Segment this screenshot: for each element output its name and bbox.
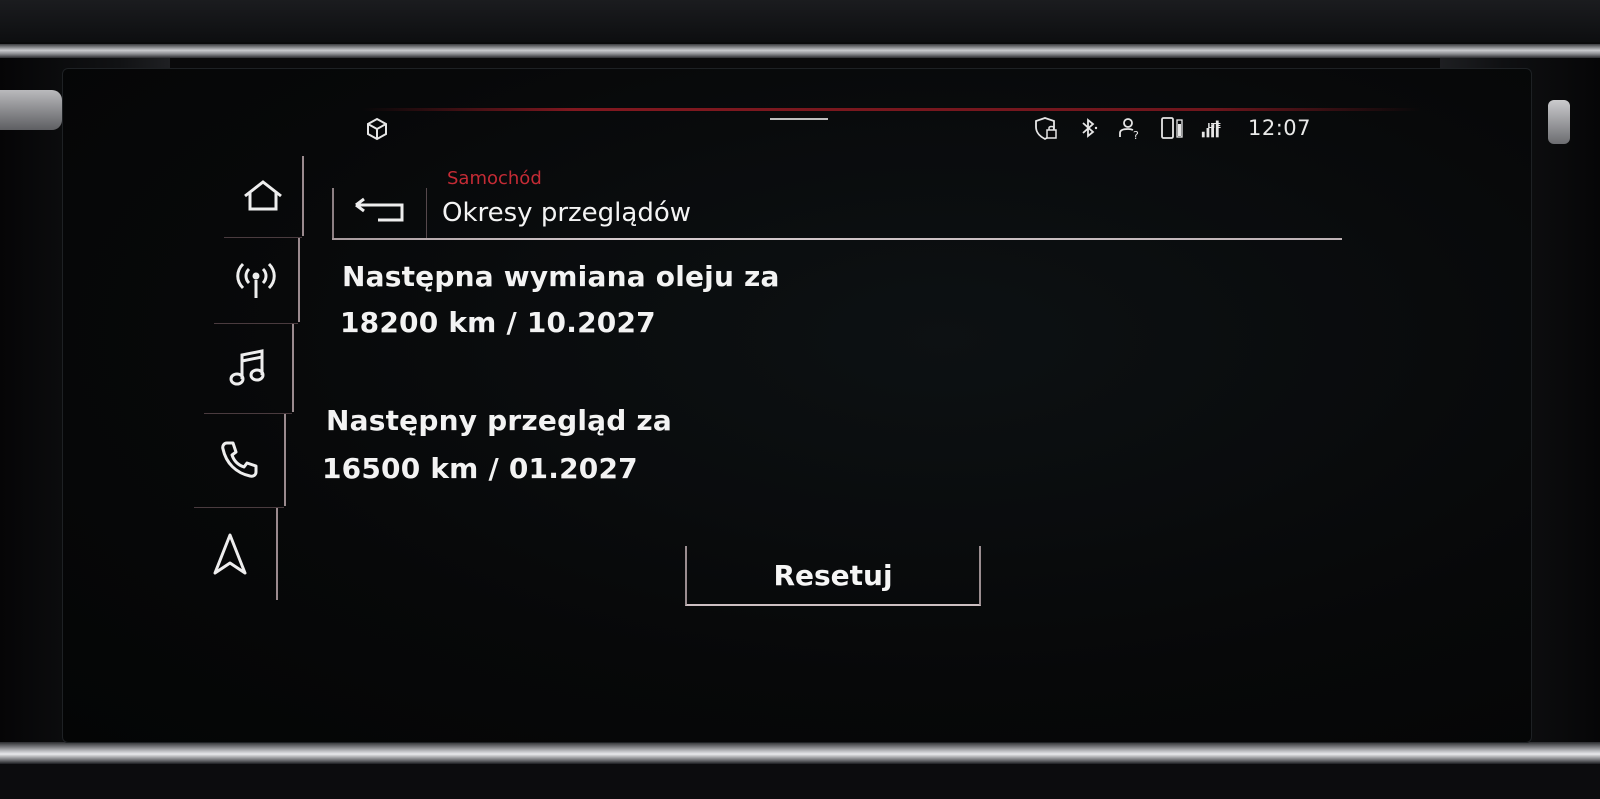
bluetooth-icon xyxy=(1074,115,1102,141)
inspection-label: Następny przegląd za xyxy=(326,404,673,437)
back-button[interactable] xyxy=(332,188,427,238)
svg-text:LTE: LTE xyxy=(1207,121,1221,130)
sidebar-item-radio[interactable] xyxy=(214,238,300,322)
sidebar-item-media[interactable] xyxy=(204,324,294,412)
dashboard-top-vent xyxy=(0,0,1600,42)
phone-icon xyxy=(217,438,261,482)
inspection-value: 16500 km / 01.2027 xyxy=(322,452,638,485)
lte-signal-icon: LTE xyxy=(1200,115,1228,141)
car-settings-cube-icon[interactable] xyxy=(364,116,390,142)
phone-battery-icon xyxy=(1158,115,1186,141)
air-vent-right xyxy=(1548,100,1570,144)
top-red-glow xyxy=(362,108,1422,111)
shield-lock-icon xyxy=(1032,115,1060,141)
home-icon xyxy=(241,178,285,214)
oil-change-value: 18200 km / 10.2027 xyxy=(340,306,656,339)
sidebar-item-navigation[interactable] xyxy=(184,508,278,600)
breadcrumb: Samochód xyxy=(447,168,542,189)
header-divider xyxy=(332,238,1342,240)
music-note-icon xyxy=(228,347,268,389)
reset-button[interactable]: Resetuj xyxy=(685,546,981,606)
sidebar-nav xyxy=(174,156,306,601)
chrome-trim-top xyxy=(0,44,1600,58)
sidebar-item-phone[interactable] xyxy=(194,414,286,506)
svg-text:?: ? xyxy=(1133,129,1139,141)
pull-down-handle[interactable] xyxy=(770,118,828,120)
clock: 12:07 xyxy=(1248,116,1312,140)
sidebar-item-home[interactable] xyxy=(224,156,304,236)
dashboard-bottom xyxy=(0,764,1600,799)
infotainment-screen: ? LTE 12:07 Samochód Okresy przeglądów N… xyxy=(62,68,1532,743)
oil-change-label: Następna wymiana oleju za xyxy=(342,260,780,293)
back-arrow-icon xyxy=(352,196,408,230)
radio-antenna-icon xyxy=(233,260,279,300)
status-bar: ? LTE 12:07 xyxy=(1032,114,1311,142)
user-question-icon: ? xyxy=(1116,115,1144,141)
navigation-arrow-icon xyxy=(210,531,250,577)
page-title: Okresy przeglądów xyxy=(442,198,692,228)
air-vent-left xyxy=(0,90,62,130)
chrome-trim-bottom xyxy=(0,742,1600,764)
